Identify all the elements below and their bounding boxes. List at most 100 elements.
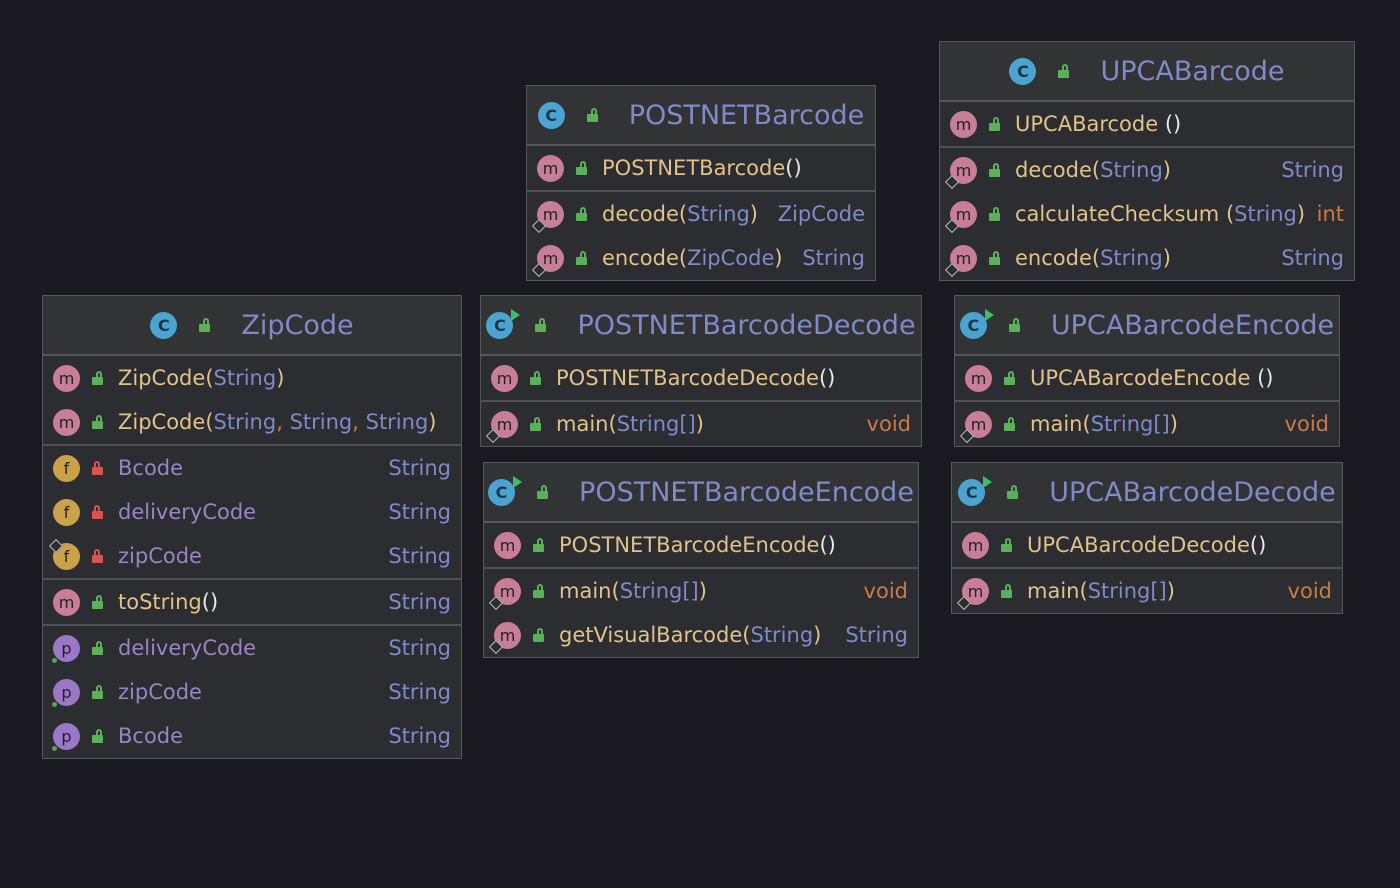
public-lock-icon: [91, 371, 105, 385]
class-header: C UPCABarcodeEncode: [955, 296, 1339, 356]
public-lock-icon: [91, 415, 105, 429]
method-row[interactable]: m encode(ZipCode) String: [527, 236, 875, 280]
method-row[interactable]: m toString() String: [43, 580, 461, 624]
class-upcabarcodedecode[interactable]: C UPCABarcodeDecode m UPCABarcodeDecode(…: [951, 462, 1343, 614]
method-row[interactable]: m main(String[]) void: [484, 569, 918, 613]
property-row[interactable]: p Bcode String: [43, 714, 461, 758]
constructor-row[interactable]: m UPCABarcodeEncode (): [955, 356, 1339, 400]
class-header: C POSTNETBarcodeEncode: [484, 463, 918, 523]
field-row[interactable]: f Bcode String: [43, 446, 461, 490]
property-row[interactable]: p deliveryCode String: [43, 626, 461, 670]
class-upcabarcode[interactable]: C UPCABarcode m UPCABarcode () m decode(…: [939, 41, 1355, 281]
constructor-row[interactable]: m ZipCode(String): [43, 356, 461, 400]
field-icon: f: [48, 538, 80, 570]
field-icon: f: [53, 454, 80, 482]
return-type: void: [863, 579, 908, 603]
public-lock-icon: [575, 251, 589, 265]
override-method-icon: m: [944, 244, 977, 277]
property-type: String: [388, 636, 451, 660]
public-lock-icon: [988, 163, 1002, 177]
method-row[interactable]: m main(String[]) void: [952, 569, 1342, 613]
override-method-icon: m: [944, 200, 977, 233]
constructor-row[interactable]: m UPCABarcode (): [940, 102, 1354, 146]
method-icon: m: [962, 531, 989, 559]
override-method-icon: m: [531, 200, 564, 233]
member-name: deliveryCode: [118, 636, 257, 660]
class-zipcode[interactable]: C ZipCode m ZipCode(String) m ZipCode(St…: [42, 295, 462, 759]
constructor-row[interactable]: m POSTNETBarcodeDecode(): [481, 356, 921, 400]
method-icon: m: [53, 588, 80, 616]
member-name: Bcode: [118, 456, 184, 480]
property-row[interactable]: p zipCode String: [43, 670, 461, 714]
public-lock-icon: [91, 729, 105, 743]
override-method-icon: m: [488, 621, 521, 654]
return-type: void: [1287, 579, 1332, 603]
member-name: main: [1027, 579, 1080, 603]
member-name: main: [1030, 412, 1083, 436]
private-lock-icon: [91, 505, 105, 519]
member-name: decode: [602, 202, 679, 226]
override-method-icon: m: [956, 577, 989, 610]
public-lock-icon: [1000, 538, 1014, 552]
public-lock-icon: [1003, 417, 1017, 431]
return-type: void: [1284, 412, 1329, 436]
class-postnetbarcode[interactable]: C POSTNETBarcode m POSTNETBarcode() m de…: [526, 85, 876, 281]
property-type: String: [388, 680, 451, 704]
method-row[interactable]: m decode(String) ZipCode: [527, 192, 875, 236]
member-name: Bcode: [118, 724, 184, 748]
class-name: UPCABarcodeDecode: [1049, 476, 1336, 508]
public-lock-icon: [575, 207, 589, 221]
return-type: String: [388, 590, 451, 614]
runnable-class-icon: C: [958, 475, 993, 506]
return-type: void: [866, 412, 911, 436]
method-row[interactable]: m main(String[]) void: [955, 402, 1339, 446]
public-lock-icon: [91, 595, 105, 609]
public-lock-icon: [91, 641, 105, 655]
field-row[interactable]: f zipCode String: [43, 534, 461, 578]
public-lock-icon: [532, 584, 546, 598]
method-icon: m: [965, 364, 992, 392]
return-type: String: [845, 623, 908, 647]
public-lock-icon: [536, 485, 550, 499]
class-header: C POSTNETBarcode: [527, 86, 875, 146]
constructor-row[interactable]: m POSTNETBarcodeEncode(): [484, 523, 918, 567]
class-header: C POSTNETBarcodeDecode: [481, 296, 921, 356]
field-type: String: [388, 456, 451, 480]
public-lock-icon: [1006, 485, 1020, 499]
override-method-icon: m: [488, 577, 521, 610]
method-icon: m: [53, 408, 80, 436]
class-icon: C: [537, 101, 565, 129]
override-method-icon: m: [959, 410, 992, 443]
class-name: UPCABarcode: [1100, 55, 1285, 87]
field-row[interactable]: f deliveryCode String: [43, 490, 461, 534]
method-row[interactable]: m calculateChecksum (String) int: [940, 192, 1354, 236]
field-icon: f: [53, 498, 80, 526]
member-name: UPCABarcodeEncode: [1030, 366, 1258, 390]
method-icon: m: [494, 531, 521, 559]
member-name: POSTNETBarcode: [602, 156, 786, 180]
constructor-row[interactable]: m POSTNETBarcode(): [527, 146, 875, 190]
member-name: encode: [1015, 246, 1092, 270]
method-row[interactable]: m decode(String) String: [940, 148, 1354, 192]
method-row[interactable]: m getVisualBarcode(String) String: [484, 613, 918, 657]
method-row[interactable]: m main(String[]) void: [481, 402, 921, 446]
property-icon: p: [52, 678, 80, 707]
public-lock-icon: [91, 685, 105, 699]
constructor-row[interactable]: m UPCABarcodeDecode(): [952, 523, 1342, 567]
member-name: POSTNETBarcodeDecode: [556, 366, 819, 390]
class-postnetbarcodeencode[interactable]: C POSTNETBarcodeEncode m POSTNETBarcodeE…: [483, 462, 919, 658]
member-name: toString: [118, 590, 202, 614]
public-lock-icon: [988, 251, 1002, 265]
member-name: ZipCode: [118, 410, 206, 434]
member-name: ZipCode: [118, 366, 206, 390]
field-type: String: [388, 500, 451, 524]
method-row[interactable]: m encode(String) String: [940, 236, 1354, 280]
class-postnetbarcodedecode[interactable]: C POSTNETBarcodeDecode m POSTNETBarcodeD…: [480, 295, 922, 447]
runnable-class-icon: C: [486, 308, 521, 339]
class-upcabarcodeencode[interactable]: C UPCABarcodeEncode m UPCABarcodeEncode …: [954, 295, 1340, 447]
member-name: getVisualBarcode: [559, 623, 743, 647]
method-icon: m: [491, 364, 518, 392]
constructor-row[interactable]: m ZipCode(String, String, String): [43, 400, 461, 444]
class-header: C UPCABarcode: [940, 42, 1354, 102]
return-type: ZipCode: [777, 202, 865, 226]
